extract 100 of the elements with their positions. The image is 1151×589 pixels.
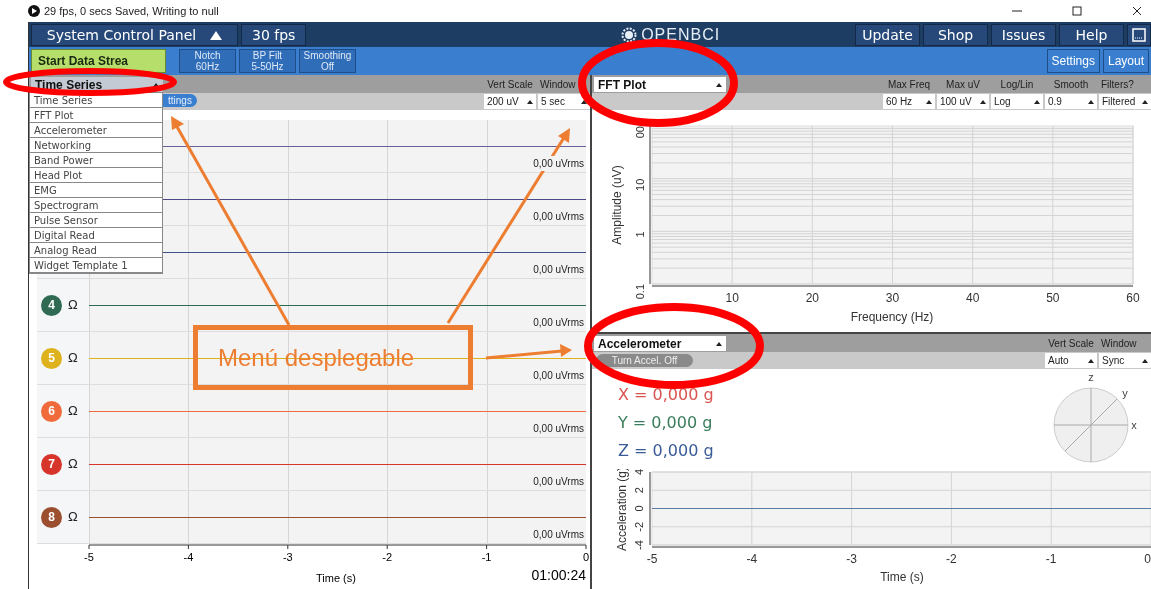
control-label: Vert Scale xyxy=(1047,337,1095,351)
channel-reading: 0,00 uVrms xyxy=(531,421,584,436)
select-field[interactable]: 0.9 xyxy=(1045,94,1097,109)
tick-label: -4 xyxy=(746,552,758,566)
caret-icon xyxy=(581,99,587,104)
menu-item[interactable]: Analog Read xyxy=(30,243,162,258)
tick-label: 20 xyxy=(805,291,819,305)
tick-label: -1 xyxy=(481,551,492,563)
tick-label: 60 xyxy=(1126,291,1140,305)
tick-label: 1 xyxy=(634,231,646,238)
tick-label: 4 xyxy=(633,469,645,476)
channel-badge[interactable]: 4 xyxy=(41,294,62,316)
tick-label: -5 xyxy=(84,551,94,563)
menu-button[interactable]: Shop xyxy=(923,24,988,46)
channel-reading: 0,00 uVrms xyxy=(531,156,584,171)
channel-reading: 0,00 uVrms xyxy=(531,368,584,383)
axis-label: Time (s) xyxy=(316,572,356,584)
channel-reading: 0,00 uVrms xyxy=(531,209,584,224)
tick-label: -1 xyxy=(1045,552,1057,566)
caret-icon xyxy=(980,99,986,104)
select-field[interactable]: Auto xyxy=(1045,353,1097,368)
control-label: Smooth xyxy=(1052,78,1090,92)
select-field[interactable]: Filtered xyxy=(1099,94,1151,109)
menu-button[interactable]: Issues xyxy=(991,24,1056,46)
tick-label: 10 xyxy=(725,291,739,305)
maximize-icon[interactable] xyxy=(1071,5,1083,17)
select-field[interactable]: Sync xyxy=(1099,353,1151,368)
pill-button[interactable]: ttings xyxy=(163,94,197,107)
menu-item[interactable]: Networking xyxy=(30,138,162,153)
caret-icon xyxy=(1088,358,1094,363)
tick-label: -2 xyxy=(382,551,393,563)
tick-label: -5 xyxy=(646,552,658,566)
fps-button[interactable]: 30 fps xyxy=(241,24,307,46)
filter-button[interactable]: Notch 60Hz xyxy=(179,49,236,73)
select-field[interactable]: 200 uV xyxy=(484,94,536,109)
impedance-symbol[interactable]: Ω xyxy=(68,507,78,527)
tick-label: 10 xyxy=(634,178,646,191)
control-label: Max Freq xyxy=(886,78,932,92)
tick-label: -3 xyxy=(846,552,857,566)
axis-letter: y xyxy=(1122,387,1128,399)
channel-reading: 0,00 uVrms xyxy=(531,474,584,489)
tick-label: -2 xyxy=(633,521,645,532)
logo-text: OPENBCI xyxy=(641,25,721,45)
filter-button[interactable]: Smoothing Off xyxy=(299,49,356,73)
caret-icon xyxy=(527,99,533,104)
impedance-symbol[interactable]: Ω xyxy=(68,401,78,421)
control-label: Log/Lin xyxy=(999,78,1035,92)
select-field[interactable]: 60 Hz xyxy=(883,94,935,109)
menu-item[interactable]: FFT Plot xyxy=(30,108,162,123)
menu-item[interactable]: EMG xyxy=(30,183,162,198)
tick-label: 00 xyxy=(634,126,646,139)
tick-label: -2 xyxy=(946,552,957,566)
toolbar-button[interactable]: Layout xyxy=(1102,49,1149,73)
select-field[interactable]: 100 uV xyxy=(937,94,989,109)
menu-button[interactable]: Help xyxy=(1059,24,1124,46)
caret-icon xyxy=(926,99,932,104)
channel-badge[interactable]: 7 xyxy=(41,453,62,475)
tick-label: -4 xyxy=(183,551,194,563)
channel-reading: 0,00 uVrms xyxy=(531,315,584,330)
close-icon[interactable] xyxy=(1131,5,1143,17)
impedance-symbol[interactable]: Ω xyxy=(68,454,78,474)
caret-icon xyxy=(716,82,722,87)
filter-button[interactable]: BP Filt 5-50Hz xyxy=(239,49,296,73)
tick-label: 0 xyxy=(1144,552,1151,566)
axis-reading: Z = 0,000 g xyxy=(618,440,714,462)
clock-text: 01:00:24 xyxy=(531,567,586,583)
menu-item[interactable]: Spectrogram xyxy=(30,198,162,213)
impedance-symbol[interactable]: Ω xyxy=(68,295,78,315)
caret-icon xyxy=(153,82,159,87)
caret-icon xyxy=(1034,99,1040,104)
status-text: 29 fps, 0 secs Saved, Writing to null xyxy=(44,3,219,19)
toolbar-button[interactable]: Settings xyxy=(1046,49,1100,73)
menu-button[interactable]: Update xyxy=(855,24,920,46)
control-label: Filters? xyxy=(1100,78,1135,92)
control-panel-button[interactable]: System Control Panel xyxy=(31,24,238,46)
menu-item[interactable]: Digital Read xyxy=(30,228,162,243)
menu-item[interactable]: Pulse Sensor xyxy=(30,213,162,228)
menu-item[interactable]: Head Plot xyxy=(30,168,162,183)
menu-item[interactable]: Time Series xyxy=(30,93,162,108)
caret-icon xyxy=(716,341,722,346)
select-field[interactable]: Log xyxy=(991,94,1043,109)
tick-label: 50 xyxy=(1046,291,1060,305)
axis-label: Frequency (Hz) xyxy=(850,310,934,324)
menu-item[interactable]: Accelerometer xyxy=(30,123,162,138)
widget-select[interactable]: Accelerometer xyxy=(594,336,726,351)
tick-label: -4 xyxy=(633,540,645,550)
axis-label: Time (s) xyxy=(880,570,924,584)
impedance-symbol[interactable]: Ω xyxy=(68,348,78,368)
tick-label: 40 xyxy=(966,291,980,305)
caret-icon xyxy=(1088,99,1094,104)
tick-label: 2 xyxy=(633,487,645,494)
caret-icon xyxy=(1142,358,1148,363)
axis-label: Amplitude (uV) xyxy=(610,165,624,245)
channel-badge[interactable]: 8 xyxy=(41,506,62,528)
window-button[interactable] xyxy=(1127,24,1151,46)
select-field[interactable]: 5 sec xyxy=(538,94,590,109)
menu-item[interactable]: Widget Template 1 xyxy=(30,258,162,273)
menu-item[interactable]: Band Power xyxy=(30,153,162,168)
control-label: Window xyxy=(1100,337,1138,351)
widget-select[interactable]: FFT Plot xyxy=(594,77,726,92)
